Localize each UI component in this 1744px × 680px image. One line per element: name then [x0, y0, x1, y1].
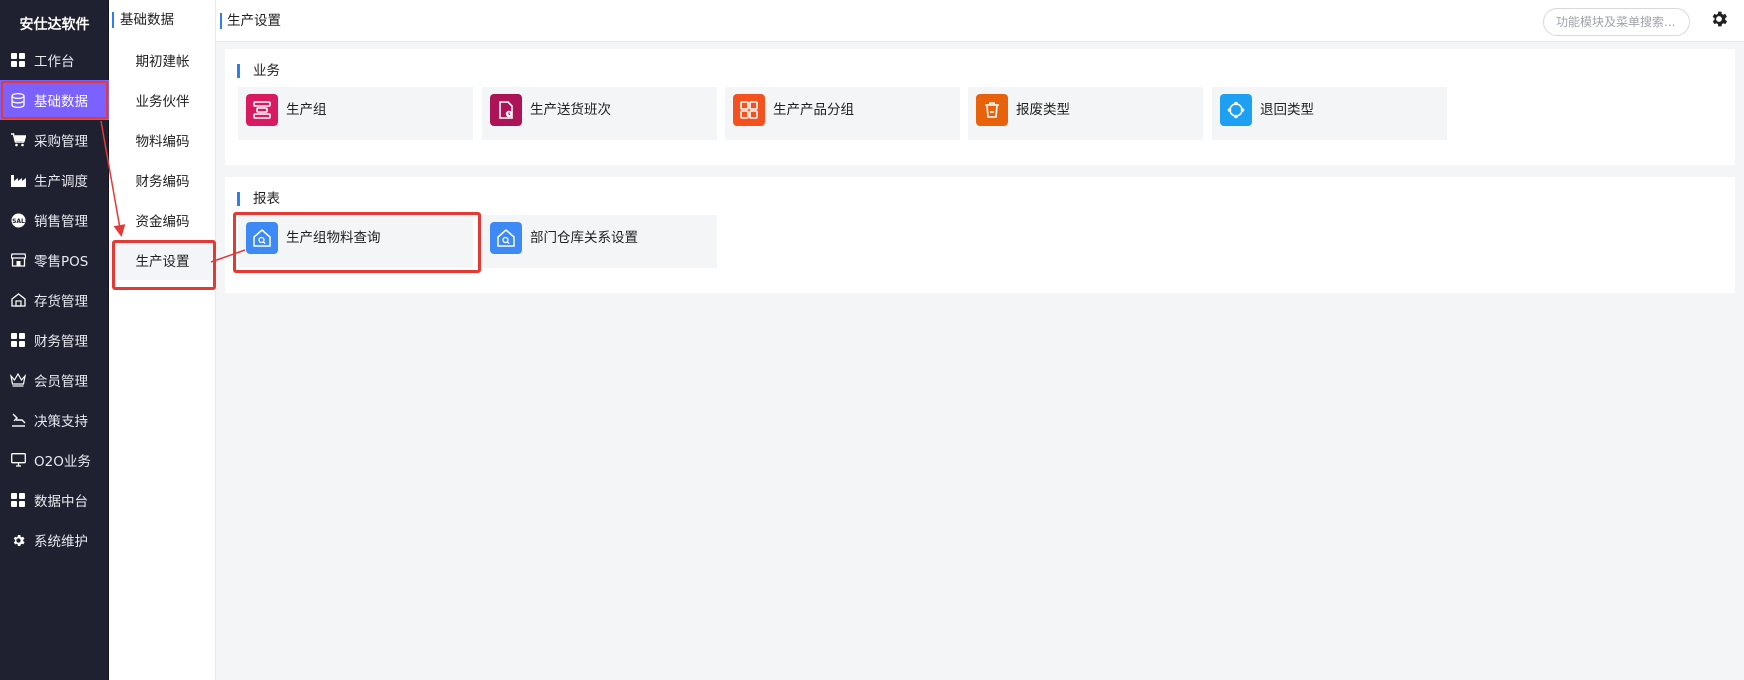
sidebar-item-system[interactable]: 系统维护 — [0, 520, 109, 560]
submenu-item-material-code[interactable]: 物料编码 — [109, 120, 216, 160]
cart-icon — [10, 132, 26, 148]
card-return-type[interactable]: 退回类型 — [1212, 87, 1447, 140]
search-input[interactable] — [1543, 8, 1690, 36]
card-delivery-shift[interactable]: 生产送货班次 — [482, 87, 717, 140]
sidebar-item-finance[interactable]: 财务管理 — [0, 320, 109, 360]
sidebar-item-label: 决策支持 — [34, 414, 88, 430]
submenu-title: 基础数据 — [112, 12, 174, 28]
card-label: 部门仓库关系设置 — [530, 230, 638, 246]
store-icon — [10, 252, 26, 268]
sidebar-item-label: O2O业务 — [34, 454, 91, 470]
card-production-group-material-query[interactable]: 生产组物料查询 — [233, 212, 481, 273]
trash-icon — [976, 94, 1008, 126]
sidebar-item-pos[interactable]: 零售POS — [0, 240, 109, 280]
gear-icon — [10, 532, 26, 548]
card-label: 生产组 — [286, 102, 327, 118]
section-title-reports: 报表 — [237, 191, 280, 207]
sidebar-item-label: 销售管理 — [34, 214, 88, 230]
delivery-shift-icon — [490, 94, 522, 126]
reports-section: 报表 生产组物料查询 部门仓库关系设置 — [225, 177, 1735, 293]
sidebar-item-workbench[interactable]: 工作台 — [0, 40, 109, 80]
card-label: 生产组物料查询 — [286, 230, 381, 246]
production-group-icon — [246, 94, 278, 126]
sidebar-item-label: 工作台 — [34, 54, 75, 70]
svg-text:SAL: SAL — [12, 218, 25, 225]
submenu-item-partners[interactable]: 业务伙伴 — [109, 80, 216, 120]
database-icon — [10, 92, 26, 108]
sidebar-item-member[interactable]: 会员管理 — [0, 360, 109, 400]
factory-icon — [10, 172, 26, 188]
gear-icon — [1709, 9, 1729, 33]
sidebar-item-label: 采购管理 — [34, 134, 88, 150]
card-label: 生产送货班次 — [530, 102, 611, 118]
sidebar-item-label: 会员管理 — [34, 374, 88, 390]
top-bar: 生产设置 — [216, 0, 1744, 42]
business-section: 业务 生产组 生产送货班次 生产产品分组 报废类型 退回类型 — [225, 49, 1735, 165]
sidebar-item-inventory[interactable]: 存货管理 — [0, 280, 109, 320]
settings-button[interactable] — [1707, 9, 1731, 33]
crown-icon — [10, 372, 26, 388]
sidebar-item-label: 系统维护 — [34, 534, 88, 550]
grid-icon — [10, 52, 26, 68]
card-label: 生产产品分组 — [773, 102, 854, 118]
sidebar-item-label: 生产调度 — [34, 174, 88, 190]
sidebar-item-data-center[interactable]: 数据中台 — [0, 480, 109, 520]
submenu-item-fund-code[interactable]: 资金编码 — [109, 200, 216, 240]
product-group-icon — [733, 94, 765, 126]
warehouse-icon — [10, 292, 26, 308]
sales-icon: SAL — [10, 212, 26, 228]
page-title: 生产设置 — [220, 13, 281, 29]
card-department-warehouse[interactable]: 部门仓库关系设置 — [482, 215, 717, 268]
grid-icon — [10, 492, 26, 508]
sidebar-item-label: 存货管理 — [34, 294, 88, 310]
sidebar-item-label: 数据中台 — [34, 494, 88, 510]
grid-icon — [10, 332, 26, 348]
card-label: 退回类型 — [1260, 102, 1314, 118]
submenu-item-finance-code[interactable]: 财务编码 — [109, 160, 216, 200]
card-scrap-type[interactable]: 报废类型 — [968, 87, 1203, 140]
submenu-panel: 基础数据 期初建帐 业务伙伴 物料编码 财务编码 资金编码 生产设置 — [109, 0, 216, 680]
sidebar-item-decision[interactable]: 决策支持 — [0, 400, 109, 440]
sidebar-item-sales[interactable]: SAL 销售管理 — [0, 200, 109, 240]
card-label: 报废类型 — [1016, 102, 1070, 118]
monitor-icon — [10, 452, 26, 468]
return-icon — [1220, 94, 1252, 126]
decision-icon — [10, 412, 26, 428]
main-sidebar: 安仕达软件 工作台 基础数据 采购管理 生产调度 SAL 销售管理 零售POS … — [0, 0, 109, 680]
home-search-icon — [490, 222, 522, 254]
sidebar-item-label: 零售POS — [34, 254, 89, 270]
card-production-group[interactable]: 生产组 — [238, 87, 473, 140]
section-title-business: 业务 — [237, 63, 280, 79]
submenu-item-opening[interactable]: 期初建帐 — [109, 40, 216, 80]
sidebar-item-purchase[interactable]: 采购管理 — [0, 120, 109, 160]
home-search-icon — [246, 222, 278, 254]
sidebar-item-label: 基础数据 — [34, 94, 88, 110]
sidebar-item-basic-data[interactable]: 基础数据 — [0, 80, 109, 120]
sidebar-item-o2o[interactable]: O2O业务 — [0, 440, 109, 480]
card-product-group[interactable]: 生产产品分组 — [725, 87, 960, 140]
submenu-item-production-settings[interactable]: 生产设置 — [109, 240, 216, 290]
sidebar-item-production[interactable]: 生产调度 — [0, 160, 109, 200]
sidebar-item-label: 财务管理 — [34, 334, 88, 350]
